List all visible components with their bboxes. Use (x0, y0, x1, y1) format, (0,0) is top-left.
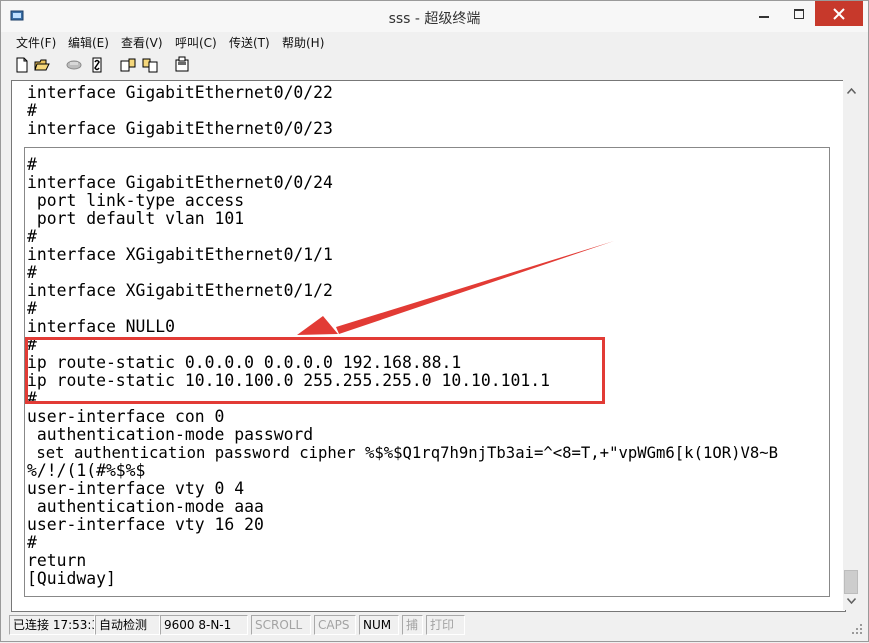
status-bar: 已连接 17:53:3 自动检测 9600 8-N-1 SCROLL CAPS … (1, 613, 868, 640)
vertical-scrollbar[interactable] (843, 80, 860, 610)
annotation-arrow-icon (297, 241, 614, 335)
status-connection: 已连接 17:53:3 (9, 615, 95, 635)
scroll-down-button[interactable] (843, 592, 860, 609)
status-print: 打印 (426, 615, 465, 635)
chevron-up-icon (847, 87, 856, 94)
status-detect: 自动检测 (95, 615, 160, 635)
status-caps: CAPS (314, 615, 356, 635)
chevron-down-icon (847, 597, 856, 604)
status-params: 9600 8-N-1 (160, 615, 248, 635)
status-capture: 捕 (402, 615, 423, 635)
status-scroll: SCROLL (251, 615, 311, 635)
status-num: NUM (359, 615, 399, 635)
scroll-thumb[interactable] (844, 570, 858, 594)
resize-grip-icon[interactable] (849, 621, 863, 635)
scroll-up-button[interactable] (843, 82, 860, 99)
hyperterminal-window: sss - 超级终端 文件(F) 编辑(E) 查看(V) 呼叫(C) 传送(T)… (0, 0, 869, 642)
